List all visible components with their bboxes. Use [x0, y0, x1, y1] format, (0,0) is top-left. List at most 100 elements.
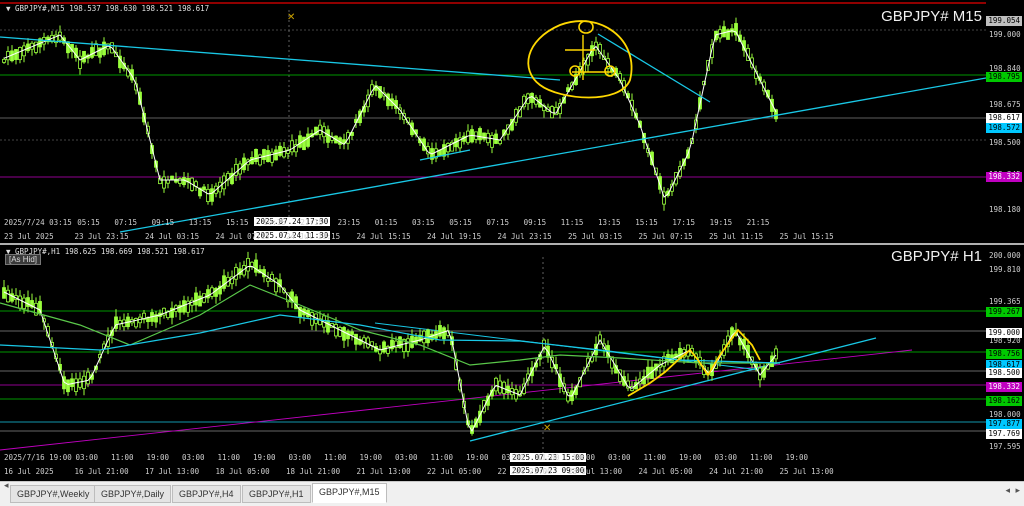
h1-time-label-upper: 2025/7/16 19:00 [4, 453, 72, 462]
candle-body [82, 50, 86, 63]
candle-body [446, 143, 450, 153]
m15-time-label-upper: 05:15 [449, 218, 472, 227]
m15-time-label-upper: 23:15 [337, 218, 361, 227]
m15-time-label: 24 Jul 19:15 [427, 232, 482, 241]
candle-body [222, 275, 226, 289]
m15-time-label-upper: 11:15 [560, 218, 584, 227]
candle-body [426, 329, 430, 344]
tab-gbpjpy-h4[interactable]: GBPJPY#,H4 [172, 485, 241, 503]
m15-chart-pane[interactable]: ✕ ▼ GBPJPY#,M15 198.537 198.630 198.521 … [0, 0, 986, 243]
candle-body [274, 149, 278, 161]
m15-time-label: 24 Jul 11:15 [286, 232, 341, 241]
m15-price-label: 198.332 [986, 172, 1022, 182]
tab-scroll-left-button-icon[interactable]: ◂ [1005, 486, 1010, 496]
m15-time-label-upper: 19:15 [709, 218, 733, 227]
h1-axis-tick: 200.000 [989, 251, 1021, 260]
h1-time-label-upper: 19:00 [679, 453, 702, 462]
m15-time-label: 24 Jul 15:15 [356, 232, 411, 241]
candle-body [350, 331, 354, 336]
h1-symbol-label: GBPJPY# H1 [891, 248, 982, 265]
m15-time-label-upper: 17:15 [672, 218, 695, 227]
m15-time-label-upper: 21:15 [300, 218, 323, 227]
m15-price-label: 198.795 [986, 72, 1022, 82]
h1-moving-average-line [3, 265, 777, 433]
m15-axis-tick: 198.675 [989, 100, 1021, 109]
candle-body [378, 86, 382, 98]
candle-body [258, 154, 262, 166]
h1-price-label: 198.162 [986, 396, 1022, 406]
candle-body [306, 133, 310, 147]
h1-time-label-upper: 19:00 [466, 453, 489, 462]
h1-price-label: 199.000 [986, 328, 1022, 338]
tab-gbpjpy-m15[interactable]: GBPJPY#,M15 [312, 483, 387, 503]
candle-body [326, 320, 330, 333]
h1-chart-pane[interactable]: ✕ ▼ GBPJPY#,H1 198.625 198.669 198.521 1… [0, 245, 986, 481]
candle-body [170, 175, 174, 180]
tab-gbpjpy-h1[interactable]: GBPJPY#,H1 [242, 485, 311, 503]
candle-body [722, 26, 726, 38]
candle-body [234, 267, 238, 280]
candle-body [262, 149, 266, 160]
m15-time-label-upper: 13:15 [188, 218, 212, 227]
candle-body [386, 93, 390, 107]
m15-symbol-label: GBPJPY# M15 [881, 8, 982, 25]
candle-body [2, 58, 6, 63]
h1-axis-tick: 197.595 [989, 442, 1021, 451]
m15-time-label: 25 Jul 03:15 [568, 232, 623, 241]
m15-time-label: 24 Jul 03:15 [145, 232, 200, 241]
candle-body [198, 295, 202, 307]
h1-chart-canvas[interactable]: ✕ [0, 245, 986, 481]
candle-body [206, 188, 210, 202]
h1-time-label: 16 Jul 21:00 [74, 467, 129, 476]
candle-body [74, 378, 78, 392]
h1-time-label-upper: 03:00 [608, 453, 631, 462]
h1-time-label-upper: 11:00 [111, 453, 134, 462]
tab-scroll-left-icon[interactable]: ◂ [4, 481, 9, 491]
h1-time-label: 24 Jul 05:00 [638, 467, 693, 476]
candle-body [210, 188, 214, 202]
candles [2, 251, 778, 436]
h1-axis-tick: 198.000 [989, 410, 1021, 419]
as-hidden-indicator[interactable]: [As Hid] [5, 254, 42, 265]
candle-body [490, 134, 494, 148]
h1-time-label-upper: 19:00 [572, 453, 596, 462]
tab-gbpjpy-weekly[interactable]: GBPJPY#,Weekly [10, 485, 97, 503]
candle-body [290, 140, 294, 153]
tab-gbpjpy-daily[interactable]: GBPJPY#,Daily [94, 485, 172, 503]
h1-axis-tick: 199.810 [989, 265, 1021, 274]
m15-axis-tick: 198.500 [989, 138, 1021, 147]
h1-time-label: 23 Jul 13:00 [568, 467, 623, 476]
m15-price-axis[interactable]: 199.000198.840198.675198.500198.345198.1… [986, 0, 1024, 243]
candle-body [278, 145, 282, 156]
candle-body [274, 278, 278, 293]
m15-time-label: 25 Jul 11:15 [709, 232, 764, 241]
m15-time-label-upper: 15:15 [635, 218, 658, 227]
chart-tab-bar: ◂ GBPJPY#,Weekly GBPJPY#,Daily GBPJPY#,H4 G… [0, 481, 1024, 506]
candle-body [442, 327, 446, 340]
h1-time-label-upper: 19:00 [146, 453, 170, 462]
m15-price-label: 199.054 [986, 16, 1022, 26]
candle-body [14, 49, 18, 60]
m15-chart-canvas[interactable]: ✕ [0, 0, 986, 243]
tab-scroll-right-icon[interactable]: ▸ [1015, 486, 1020, 496]
h1-time-label-upper: 03:00 [75, 453, 99, 462]
candle-body [482, 132, 486, 140]
candle-body [334, 324, 338, 337]
m15-marker-x: ✕ [287, 12, 295, 23]
m15-time-label-upper: 13:15 [598, 218, 621, 227]
candle-body [266, 277, 270, 282]
candle-body [78, 378, 82, 388]
candle-body [774, 348, 778, 360]
candle-body [254, 149, 258, 163]
m15-chart-header: ▼ GBPJPY#,M15 198.537 198.630 198.521 19… [6, 4, 210, 13]
h1-time-label-upper: 03:00 [182, 453, 205, 462]
candle-body [162, 176, 166, 189]
m15-axis-tick: 199.000 [989, 30, 1021, 39]
h1-price-axis[interactable]: 200.000199.810199.365198.920198.500198.0… [986, 245, 1024, 481]
m15-support-trendline [119, 77, 986, 233]
h1-time-label: 21 Jul 13:00 [356, 467, 411, 476]
candle-body [90, 47, 94, 58]
candle-body [254, 259, 258, 273]
candle-body [298, 135, 302, 148]
candle-body [406, 338, 410, 352]
